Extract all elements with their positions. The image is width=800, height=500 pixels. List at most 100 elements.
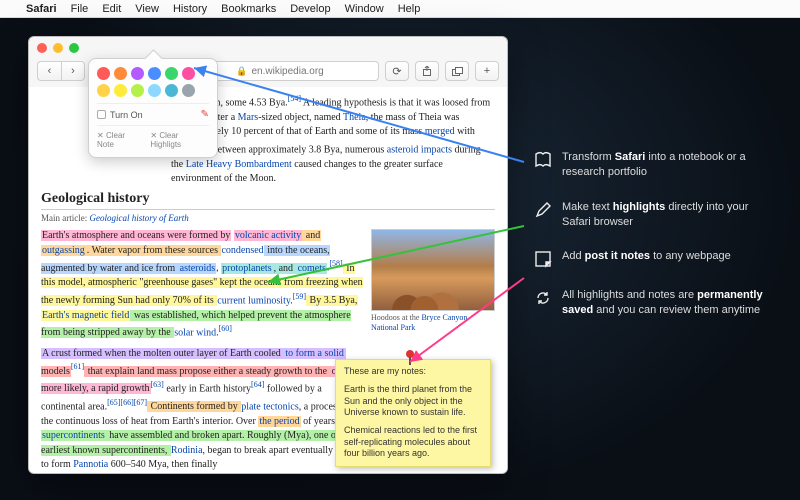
ref-link[interactable]: [54] [288,94,301,103]
color-swatches [97,67,209,97]
menu-history[interactable]: History [173,3,207,15]
body-text: Continents formed by [147,401,241,412]
wiki-link[interactable]: Late Heavy Bombardment [186,159,292,170]
wiki-link[interactable]: outgassing [41,245,86,256]
menu-view[interactable]: View [135,3,159,15]
ref-link[interactable]: [61] [71,362,84,371]
clear-note-button[interactable]: ✕ Clear Note [97,131,142,149]
section-heading: Geological history [41,189,495,210]
body-text: Main article: [41,213,89,223]
wiki-link[interactable]: Pannotia [73,459,108,470]
ref-link[interactable]: [65][66][67] [107,398,147,407]
notebook-icon [534,151,552,169]
sticky-body: Chemical reactions led to the first self… [344,425,482,460]
wiki-link[interactable]: condensed [221,245,263,256]
menubar-app[interactable]: Safari [26,3,57,15]
macos-menubar: Safari File Edit View History Bookmarks … [0,0,800,18]
wiki-link[interactable]: merged [425,126,455,137]
paragraph: Earth's atmosphere and oceans were forme… [41,229,363,340]
body-text: A crust formed when the molten outer lay… [41,348,284,359]
reload-button[interactable]: ⟳ [385,61,409,81]
menu-bookmarks[interactable]: Bookmarks [221,3,276,15]
wiki-link[interactable]: Geological history of Earth [89,213,188,223]
wiki-link[interactable]: the period [258,416,300,427]
body-text: By 3.5 Bya, [306,295,358,306]
wiki-link[interactable]: supercontinents [41,430,106,441]
promo-item: All highlights and notes are permanently… [534,288,774,318]
body-text: and [302,230,321,241]
wiki-link[interactable]: volcanic activity [234,230,302,241]
share-button[interactable] [415,61,439,81]
tabs-button[interactable] [445,61,469,81]
window-zoom-icon[interactable] [69,43,79,53]
promo-item: Transform Safari into a notebook or a re… [534,150,774,180]
wiki-link[interactable]: asteroid impacts [387,144,452,155]
color-swatch[interactable] [114,67,127,80]
highlight-pink: Earth's atmosphere and oceans were forme… [41,230,231,241]
body-text: , and [273,263,297,274]
color-swatch[interactable] [97,67,110,80]
wiki-link[interactable]: comets [297,263,327,274]
color-swatch[interactable] [114,84,127,97]
wiki-link[interactable]: protoplanets [221,263,272,274]
ref-link[interactable]: [59] [293,292,306,301]
wiki-link[interactable]: Theia [343,112,366,123]
forward-button[interactable]: › [61,61,85,81]
body-text: that explain land mass propose either a … [84,366,330,377]
wiki-link[interactable]: Rodinia [171,445,203,456]
body-text: 600–540 Mya, then finally [108,459,217,470]
body-text: . Water vapor from these sources [86,245,222,256]
main-article-hatnote: Main article: Geological history of Eart… [41,212,495,225]
note-icon [534,250,552,268]
color-swatch[interactable] [148,67,161,80]
ref-link[interactable]: [60] [219,324,232,333]
menu-window[interactable]: Window [345,3,384,15]
new-tab-button[interactable]: + [475,61,499,81]
wiki-link[interactable]: asteroids [179,263,217,274]
ref-link[interactable]: [63] [151,380,164,389]
highlighter-popover: Turn On ✎ ✕ Clear Note ✕ Clear Highligts [88,58,218,158]
color-swatch[interactable] [165,84,178,97]
promo-item: Add post it notes to any webpage [534,249,774,268]
window-minimize-icon[interactable] [53,43,63,53]
image-caption: Hoodoos at the Bryce Canyon National Par… [371,313,495,332]
lock-icon: 🔒 [236,66,247,77]
color-swatch[interactable] [165,67,178,80]
menu-help[interactable]: Help [398,3,421,15]
wiki-link[interactable]: plate tectonics [241,401,298,412]
sticky-note[interactable]: These are my notes: Earth is the third p… [335,359,491,467]
refresh-icon [534,289,552,307]
paragraph: A crust formed when the molten outer lay… [41,347,363,473]
wiki-link[interactable]: Earth's magnetic field [41,310,130,321]
sticky-body: Earth is the third planet from the Sun a… [344,384,482,419]
menu-develop[interactable]: Develop [290,3,330,15]
turn-on-label: Turn On [110,110,143,120]
wiki-link[interactable]: solar wind [174,327,216,338]
window-close-icon[interactable] [37,43,47,53]
color-swatch[interactable] [182,67,195,80]
address-url: en.wikipedia.org [251,66,323,77]
ref-link[interactable]: [64] [251,380,264,389]
wiki-link[interactable]: current luminosity [217,295,290,306]
color-swatch[interactable] [97,84,110,97]
body-text: Between approximately 3.8 Bya, numerous [208,144,386,155]
article-image[interactable] [371,229,495,311]
color-swatch[interactable] [182,84,195,97]
ref-link[interactable]: [58] [329,259,342,268]
sticky-title: These are my notes: [344,366,482,378]
window-titlebar [29,37,507,59]
color-swatch[interactable] [131,84,144,97]
turn-on-checkbox[interactable] [97,110,106,119]
menu-edit[interactable]: Edit [102,3,121,15]
wiki-link[interactable]: Mars [238,112,259,123]
body-text: -sized object, named [258,112,343,123]
color-swatch[interactable] [131,67,144,80]
wiki-link[interactable]: to form a solid [284,348,345,359]
clear-highlights-button[interactable]: ✕ Clear Highligts [150,131,209,149]
pencil-icon[interactable]: ✎ [201,109,209,120]
promo-item: Make text highlights directly into your … [534,200,774,230]
back-button[interactable]: ‹ [37,61,61,81]
menu-file[interactable]: File [71,3,89,15]
color-swatch[interactable] [148,84,161,97]
pencil-icon [534,201,552,219]
